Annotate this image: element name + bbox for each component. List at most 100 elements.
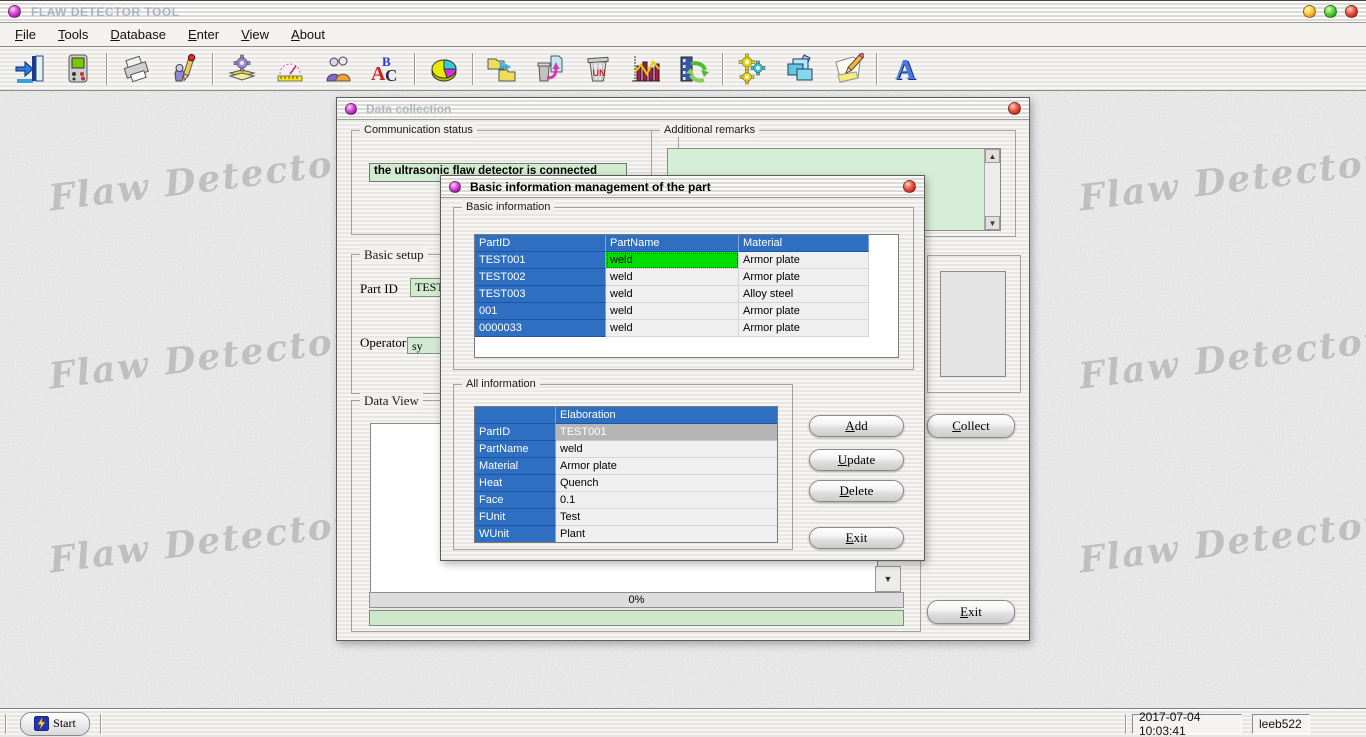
cell-partid[interactable]: TEST003 — [475, 286, 606, 303]
data-collection-close-icon[interactable] — [1008, 102, 1021, 115]
toolbar-font-button[interactable]: A A — [886, 50, 926, 88]
table-row[interactable]: TEST002 weld Armor plate — [475, 269, 898, 286]
menu-about[interactable]: About — [280, 25, 336, 44]
column-header-partname[interactable]: PartName — [606, 235, 739, 252]
table-row[interactable]: 0000033 weld Armor plate — [475, 320, 898, 337]
field-value[interactable]: 0.1 — [556, 492, 778, 509]
font-icon: A A — [890, 53, 922, 85]
field-label[interactable]: Heat — [475, 475, 556, 492]
add-button[interactable]: Add — [809, 415, 904, 437]
taskbar-separator — [5, 714, 7, 734]
elaboration-header[interactable]: Elaboration — [556, 407, 778, 424]
scroll-down-icon[interactable]: ▼ — [985, 216, 1000, 230]
dialog-close-icon[interactable] — [903, 180, 916, 193]
cell-material[interactable]: Alloy steel — [739, 286, 869, 303]
toolbar-note-edit-button[interactable] — [828, 50, 868, 88]
cell-partname-selected[interactable]: weld — [606, 252, 739, 269]
table-row[interactable]: PartName weld — [475, 441, 777, 458]
field-value[interactable]: weld — [556, 441, 778, 458]
minimize-button[interactable] — [1303, 5, 1316, 18]
toolbar-trash-button[interactable]: UN — [578, 50, 618, 88]
basic-setup-label: Basic setup — [360, 247, 428, 263]
field-value-selected[interactable]: TEST001 — [556, 424, 778, 441]
close-button[interactable] — [1345, 5, 1358, 18]
menu-view[interactable]: View — [230, 25, 280, 44]
all-info-table[interactable]: Elaboration PartID TEST001 PartName weld… — [474, 406, 778, 543]
toolbar-exit-button[interactable] — [10, 50, 50, 88]
dialog-titlebar[interactable]: Basic information management of the part — [441, 176, 924, 198]
basic-info-table[interactable]: PartID PartName Material TEST001 weld Ar… — [474, 234, 899, 358]
gauge-icon — [274, 53, 306, 85]
cell-material[interactable]: Armor plate — [739, 303, 869, 320]
field-value[interactable]: Test — [556, 509, 778, 526]
dialog-exit-button[interactable]: Exit — [809, 527, 904, 549]
cell-partname[interactable]: weld — [606, 269, 739, 286]
cell-partid[interactable]: TEST002 — [475, 269, 606, 286]
data-view-dropdown-icon[interactable]: ▼ — [875, 566, 901, 592]
field-label[interactable]: PartID — [475, 424, 556, 441]
cell-material[interactable]: Armor plate — [739, 269, 869, 286]
menu-database[interactable]: Database — [99, 25, 177, 44]
basic-info-dialog: Basic information management of the part… — [440, 175, 925, 561]
field-label[interactable]: PartName — [475, 441, 556, 458]
table-row[interactable]: WUnit Plant — [475, 526, 777, 543]
maximize-button[interactable] — [1324, 5, 1337, 18]
abc-icon: B A C — [370, 53, 402, 85]
toolbar-settings-book-button[interactable] — [222, 50, 262, 88]
field-label[interactable]: FUnit — [475, 509, 556, 526]
toolbar-device-button[interactable] — [58, 50, 98, 88]
cell-partid[interactable]: TEST001 — [475, 252, 606, 269]
scroll-up-icon[interactable]: ▲ — [985, 149, 1000, 163]
cell-partid[interactable]: 0000033 — [475, 320, 606, 337]
table-row[interactable]: FUnit Test — [475, 509, 777, 526]
toolbar-gauge-button[interactable] — [270, 50, 310, 88]
status-bar — [369, 610, 904, 626]
field-value[interactable]: Armor plate — [556, 458, 778, 475]
toolbar-users-button[interactable] — [318, 50, 358, 88]
field-label[interactable]: Face — [475, 492, 556, 509]
cell-material[interactable]: Armor plate — [739, 320, 869, 337]
toolbar-edit-record-button[interactable] — [164, 50, 204, 88]
toolbar-pie-chart-button[interactable] — [424, 50, 464, 88]
toolbar-bar-chart-button[interactable] — [626, 50, 666, 88]
cell-material[interactable]: Armor plate — [739, 252, 869, 269]
menu-file[interactable]: File — [4, 25, 47, 44]
toolbar-windows-button[interactable] — [780, 50, 820, 88]
update-button[interactable]: Update — [809, 449, 904, 471]
main-titlebar[interactable]: FLAW DETECTOR TOOL — [0, 1, 1366, 23]
menu-tools[interactable]: Tools — [47, 25, 99, 44]
field-value[interactable]: Quench — [556, 475, 778, 492]
toolbar-print-button[interactable] — [116, 50, 156, 88]
field-value[interactable]: Plant — [556, 526, 778, 543]
table-row[interactable]: TEST001 weld Armor plate — [475, 252, 898, 269]
table-row[interactable]: Heat Quench — [475, 475, 777, 492]
cell-partname[interactable]: weld — [606, 286, 739, 303]
delete-button[interactable]: Delete — [809, 480, 904, 502]
collect-button[interactable]: Collect — [927, 414, 1015, 438]
field-label[interactable]: Material — [475, 458, 556, 475]
window-exit-button[interactable]: Exit — [927, 600, 1015, 624]
table-row[interactable]: TEST003 weld Alloy steel — [475, 286, 898, 303]
table-row[interactable]: Material Armor plate — [475, 458, 777, 475]
menu-enter[interactable]: Enter — [177, 25, 230, 44]
data-collection-titlebar[interactable]: Data collection — [337, 98, 1029, 120]
progress-percent: 0% — [629, 594, 645, 606]
table-row[interactable]: Face 0.1 — [475, 492, 777, 509]
column-header-material[interactable]: Material — [739, 235, 869, 252]
cell-partname[interactable]: weld — [606, 320, 739, 337]
cell-partid[interactable]: 001 — [475, 303, 606, 320]
toolbar-folder-transfer-button[interactable] — [482, 50, 522, 88]
toolbar-abc-button[interactable]: B A C — [366, 50, 406, 88]
toolbar-restore-button[interactable] — [530, 50, 570, 88]
table-row[interactable]: PartID TEST001 — [475, 424, 777, 441]
cell-partname[interactable]: weld — [606, 303, 739, 320]
column-header-partid[interactable]: PartID — [475, 235, 606, 252]
table-row[interactable]: 001 weld Armor plate — [475, 303, 898, 320]
field-label[interactable]: WUnit — [475, 526, 556, 543]
toolbar-refresh-media-button[interactable] — [674, 50, 714, 88]
indicator-group — [927, 255, 1021, 393]
start-button[interactable]: Start — [20, 712, 90, 736]
app-title: FLAW DETECTOR TOOL — [31, 5, 180, 19]
toolbar-gears-button[interactable] — [732, 50, 772, 88]
remarks-scrollbar[interactable]: ▲ ▼ — [984, 149, 1000, 230]
